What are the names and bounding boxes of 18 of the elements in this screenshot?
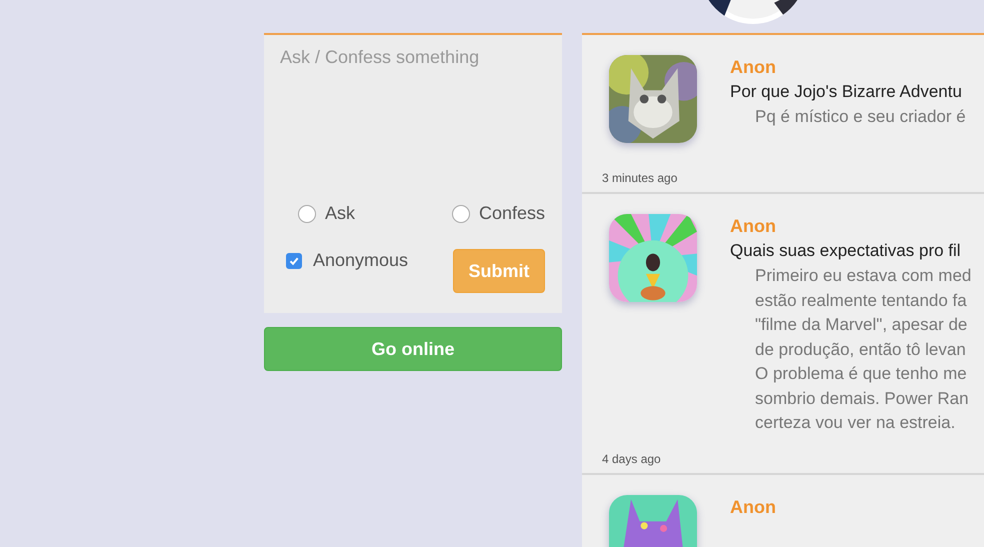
author-name: Anon (730, 496, 776, 518)
author-name: Anon (730, 56, 777, 79)
radio-button[interactable] (298, 204, 316, 222)
answer-text: Pq é místico e seu criador é (754, 106, 966, 128)
author-name: Anon (730, 215, 777, 238)
question-text: Quais suas expectativas pro fil (730, 240, 962, 262)
checkbox-label: Anonymous (313, 250, 408, 271)
question-text: Por que Jojo's Bizarre Adventu (730, 81, 963, 103)
radio-label: Confess (478, 203, 545, 224)
radio-label: Ask (325, 203, 356, 224)
go-online-button[interactable]: Go online (264, 327, 562, 371)
submit-button[interactable]: Submit (453, 249, 545, 293)
question-field[interactable]: Ask / Confess something (264, 33, 562, 183)
radio-button[interactable] (452, 204, 470, 222)
timestamp: 3 minutes ago (602, 171, 678, 185)
answer-text: Primeiro eu estava com med estão realmente tentando fa "filme da Marvel", apesar de de produção, então tô levan O problema é que tenho me sombrio demais. Power Ran certeza vou ver na estreia. (754, 265, 972, 434)
checkbox[interactable] (286, 252, 302, 268)
timestamp: 4 days ago (602, 452, 662, 466)
